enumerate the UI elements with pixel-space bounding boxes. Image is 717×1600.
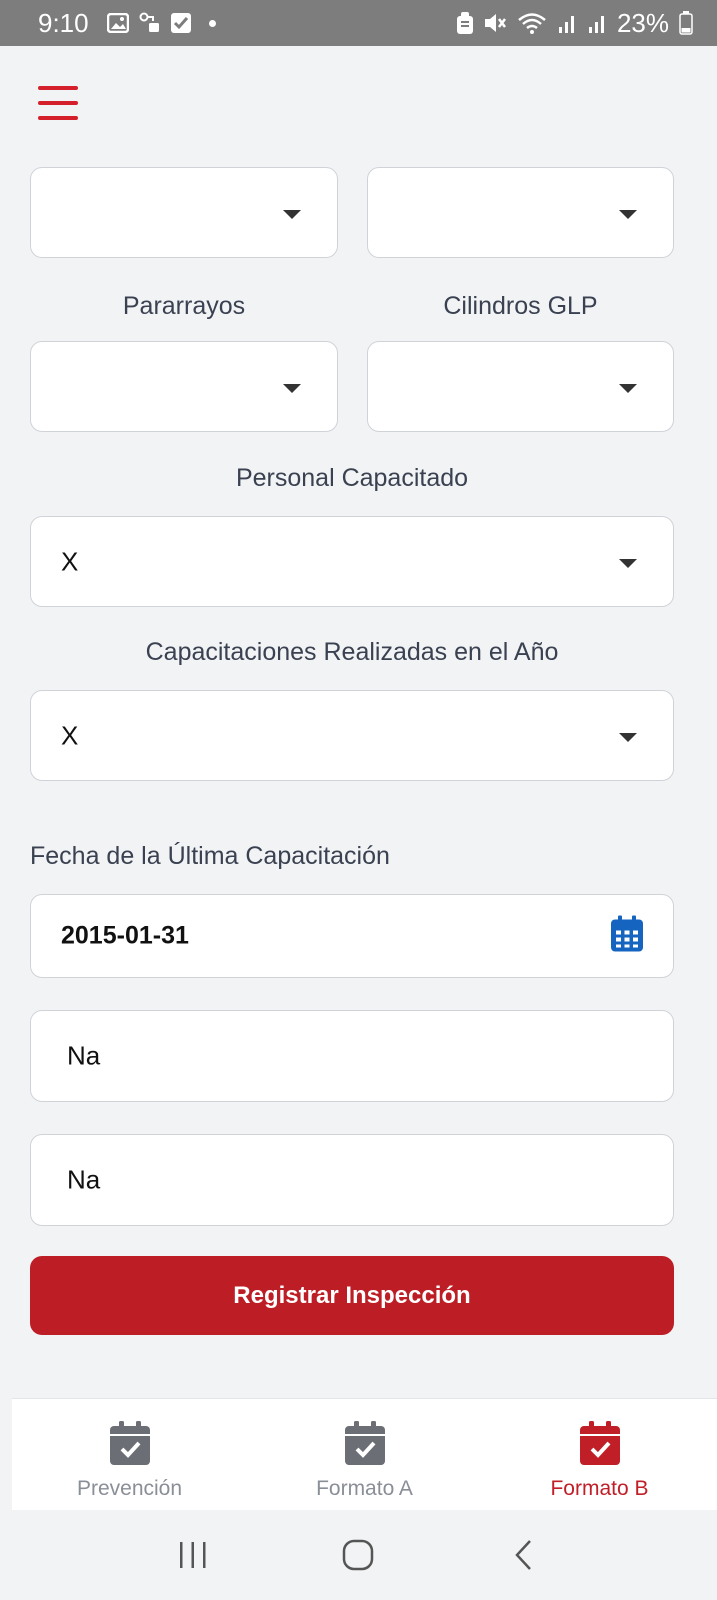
cilindros-label: Cilindros GLP [443,292,598,320]
hamburger-menu-icon[interactable] [38,86,78,120]
fecha-date-input[interactable]: 2015-01-31 [30,894,674,978]
wifi-icon [517,12,547,34]
capacitaciones-label: Capacitaciones Realizadas en el Año [145,638,559,666]
pararrayos-select[interactable] [30,341,338,432]
signal-icon [557,13,577,33]
battery-icon [679,11,693,35]
select-row1-left[interactable] [30,167,338,258]
mute-icon [483,12,507,34]
select-row1-right[interactable] [367,167,674,258]
chevron-down-icon [619,732,637,742]
chevron-down-icon [283,383,301,393]
gallery-icon [106,13,129,33]
nav-item-prevencion[interactable]: Prevención [12,1399,247,1510]
status-bar-left: 9:10 [38,8,216,39]
bottom-nav: Prevención Formato A Formato B [12,1398,717,1510]
battery-percent: 23% [616,7,669,38]
chevron-down-icon [619,209,637,219]
system-nav-bar [0,1510,717,1600]
key-icon [139,12,161,34]
signal-icon [587,13,607,33]
checkbox-icon [170,13,191,33]
cilindros-select[interactable] [367,341,674,432]
nav-label: Prevención [76,1477,183,1500]
status-bar-right: 23% [456,7,693,39]
input-value: Na [67,1164,101,1195]
pararrayos-label: Pararrayos [122,292,246,320]
text-input-1[interactable]: Na [30,1010,674,1102]
lock-icon [456,12,473,34]
calendar-check-icon [344,1421,385,1465]
nav-label: Formato B [550,1477,649,1500]
personal-capacitado-label: Personal Capacitado [235,464,469,492]
fecha-label: Fecha de la Última Capacitación [30,842,390,870]
registrar-inspeccion-button[interactable]: Registrar Inspección [30,1256,674,1335]
back-icon[interactable] [494,1525,554,1585]
date-value: 2015-01-31 [61,921,189,950]
input-value: Na [67,1040,101,1071]
notification-dot-icon [208,19,216,27]
personal-capacitado-select[interactable]: X [30,516,674,607]
form-page: Pararrayos Cilindros GLP Personal Capaci… [12,46,717,1398]
text-input-2[interactable]: Na [30,1134,674,1226]
recent-apps-icon[interactable] [163,1525,223,1585]
nav-label: Formato A [316,1477,413,1500]
status-bar: 9:10 23% [0,0,717,46]
select-value: X [61,720,79,750]
chevron-down-icon [619,383,637,393]
calendar-check-icon [109,1421,150,1465]
nav-item-formato-b[interactable]: Formato B [482,1399,717,1510]
home-icon[interactable] [328,1525,388,1585]
calendar-check-icon [579,1421,620,1465]
chevron-down-icon [283,209,301,219]
status-time: 9:10 [38,7,89,38]
calendar-icon[interactable] [611,915,643,957]
nav-item-formato-a[interactable]: Formato A [247,1399,482,1510]
chevron-down-icon [619,558,637,568]
select-value: X [61,546,79,576]
capacitaciones-select[interactable]: X [30,690,674,781]
